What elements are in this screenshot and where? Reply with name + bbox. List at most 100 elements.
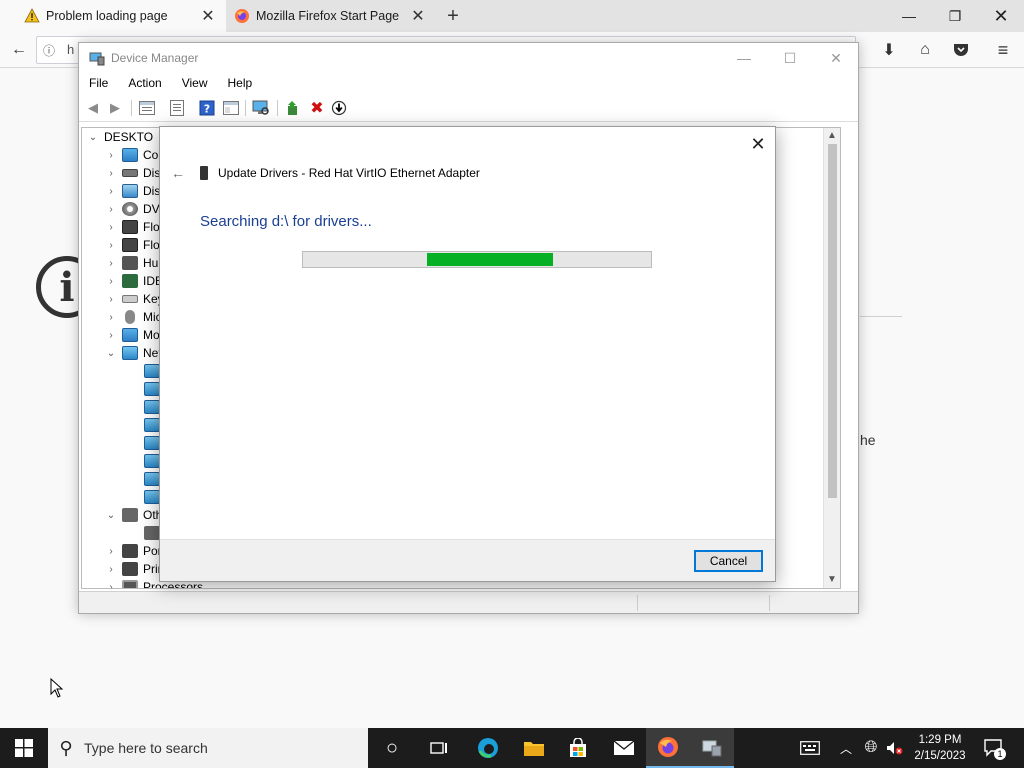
menu-icon[interactable]: ≡ <box>990 38 1016 62</box>
download-icon[interactable]: ⬇ <box>876 38 902 62</box>
expand-arrow-icon[interactable]: › <box>104 564 118 575</box>
firefox-taskbar-icon[interactable] <box>646 728 690 768</box>
tree-root-label: DESKTO <box>104 130 154 144</box>
tree-item-label: Mo <box>143 328 160 342</box>
network-adapter-icon <box>144 400 160 414</box>
minimize-icon[interactable]: — <box>721 43 767 73</box>
tree-item-ports[interactable]: › Por <box>104 542 162 560</box>
pocket-icon[interactable] <box>948 38 974 62</box>
expand-arrow-icon[interactable]: › <box>104 294 118 305</box>
close-window-icon[interactable]: ✕ <box>978 0 1024 32</box>
show-hide-console-tree-icon[interactable] <box>137 99 157 117</box>
update-driver-icon[interactable] <box>283 99 303 117</box>
properties-icon[interactable] <box>167 99 187 117</box>
menu-help[interactable]: Help <box>218 73 263 95</box>
uninstall-device-icon[interactable]: ✖ <box>307 99 327 117</box>
dialog-footer: Cancel <box>160 539 775 581</box>
close-tab-icon[interactable]: ✕ <box>198 6 218 26</box>
expand-arrow-icon[interactable]: › <box>104 546 118 557</box>
microsoft-store-icon[interactable] <box>556 728 600 768</box>
edge-icon[interactable] <box>466 728 510 768</box>
tab-problem-loading-page[interactable]: Problem loading page ✕ <box>0 0 226 32</box>
tree-item-computer[interactable]: › Cor <box>104 146 162 164</box>
tree-item-keyboards[interactable]: › Key <box>104 290 163 308</box>
cortana-icon[interactable]: ○ <box>370 728 414 768</box>
vertical-scrollbar[interactable]: ▲ ▼ <box>823 128 840 588</box>
close-window-icon[interactable]: ✕ <box>813 43 859 73</box>
file-explorer-icon[interactable] <box>512 728 556 768</box>
tree-item-mice[interactable]: › Mic <box>104 308 162 326</box>
expand-arrow-icon[interactable]: › <box>104 168 118 179</box>
menu-action[interactable]: Action <box>118 73 171 95</box>
back-arrow-icon[interactable]: ◀ <box>83 99 103 117</box>
display-adapter-icon <box>122 184 138 198</box>
device-manager-taskbar-icon[interactable] <box>690 728 734 768</box>
expand-arrow-icon[interactable]: › <box>104 222 118 233</box>
expand-arrow-icon[interactable]: › <box>104 186 118 197</box>
close-tab-icon[interactable]: ✕ <box>408 6 428 26</box>
taskbar: ⚲ Type here to search ○ ︿ 🌐︎ 1:29 PM 2/1… <box>0 728 1024 768</box>
input-indicator-icon[interactable] <box>796 728 824 768</box>
device-manager-icon <box>89 50 105 66</box>
clock[interactable]: 1:29 PM 2/15/2023 <box>906 732 974 764</box>
expand-arrow-icon[interactable]: › <box>104 582 118 589</box>
tree-item-other-devices[interactable]: ⌄ Oth <box>104 506 162 524</box>
network-adapter-icon <box>144 454 160 468</box>
tree-item-print-queues[interactable]: › Prir <box>104 560 162 578</box>
tree-item-ide[interactable]: › IDE <box>104 272 163 290</box>
tree-item-display-adapters[interactable]: › Disp <box>104 182 167 200</box>
scan-hardware-icon[interactable] <box>251 99 271 117</box>
home-icon[interactable]: ⌂ <box>912 38 938 62</box>
expand-arrow-icon[interactable]: › <box>104 276 118 287</box>
tree-item-hid[interactable]: › Hun <box>104 254 165 272</box>
restore-icon[interactable]: ❐ <box>932 0 978 32</box>
tree-item-floppy-controllers[interactable]: › Flop <box>104 218 166 236</box>
tree-root[interactable]: ⌄ DESKTO <box>86 128 153 146</box>
toolbar: ◀ ▶ ? ✖ <box>79 95 858 122</box>
menu-view[interactable]: View <box>172 73 218 95</box>
tree-item-floppy-drives[interactable]: › Flop <box>104 236 166 254</box>
tree-item-network-adapters[interactable]: ⌄ Net <box>104 344 162 362</box>
menu-file[interactable]: File <box>79 73 118 95</box>
tab-firefox-start-page[interactable]: Mozilla Firefox Start Page ✕ <box>226 0 436 32</box>
clock-time: 1:29 PM <box>918 734 962 746</box>
menu-bar: File Action View Help <box>79 73 858 95</box>
scroll-down-icon[interactable]: ▼ <box>827 574 837 585</box>
expand-arrow-icon[interactable]: › <box>104 150 118 161</box>
taskbar-search-box[interactable]: ⚲ Type here to search <box>48 728 368 768</box>
maximize-icon[interactable]: ☐ <box>767 43 813 73</box>
minimize-icon[interactable]: — <box>886 0 932 32</box>
back-icon[interactable]: ← <box>6 38 32 62</box>
view-icon[interactable] <box>221 99 241 117</box>
expand-arrow-icon[interactable]: › <box>104 258 118 269</box>
collapse-arrow-icon[interactable]: ⌄ <box>104 348 118 359</box>
collapse-arrow-icon[interactable]: ⌄ <box>104 510 118 521</box>
forward-arrow-icon[interactable]: ▶ <box>105 99 125 117</box>
volume-muted-icon[interactable] <box>884 728 906 768</box>
search-status-heading: Searching d:\ for drivers... <box>200 213 372 230</box>
back-arrow-icon[interactable]: ← <box>168 163 188 183</box>
show-hidden-icons-chevron-icon[interactable]: ︿ <box>836 728 856 768</box>
help-icon[interactable]: ? <box>197 99 217 117</box>
print-queue-icon <box>122 562 138 576</box>
new-tab-button[interactable]: + <box>440 4 466 28</box>
tab-title: Mozilla Firefox Start Page <box>256 9 400 23</box>
mail-icon[interactable] <box>602 728 646 768</box>
task-view-icon[interactable] <box>418 728 462 768</box>
info-icon[interactable]: ⓘ <box>43 42 55 59</box>
tree-item-monitors[interactable]: › Mo <box>104 326 160 344</box>
scrollbar-thumb[interactable] <box>828 144 837 498</box>
expand-arrow-icon[interactable]: › <box>104 204 118 215</box>
scroll-up-icon[interactable]: ▲ <box>827 130 837 141</box>
close-icon[interactable]: ✕ <box>745 131 771 157</box>
expand-arrow-icon[interactable]: › <box>104 312 118 323</box>
notifications-icon[interactable]: 1 <box>980 728 1008 768</box>
expand-arrow-icon[interactable]: › <box>104 330 118 341</box>
expand-arrow-icon[interactable]: › <box>104 240 118 251</box>
tree-item-disk-drives[interactable]: › Disl <box>104 164 163 182</box>
network-globe-icon[interactable]: 🌐︎ <box>860 728 882 768</box>
cancel-button[interactable]: Cancel <box>694 550 763 572</box>
disable-device-icon[interactable] <box>329 99 349 117</box>
start-button[interactable] <box>0 728 48 768</box>
collapse-arrow-icon[interactable]: ⌄ <box>86 132 100 143</box>
